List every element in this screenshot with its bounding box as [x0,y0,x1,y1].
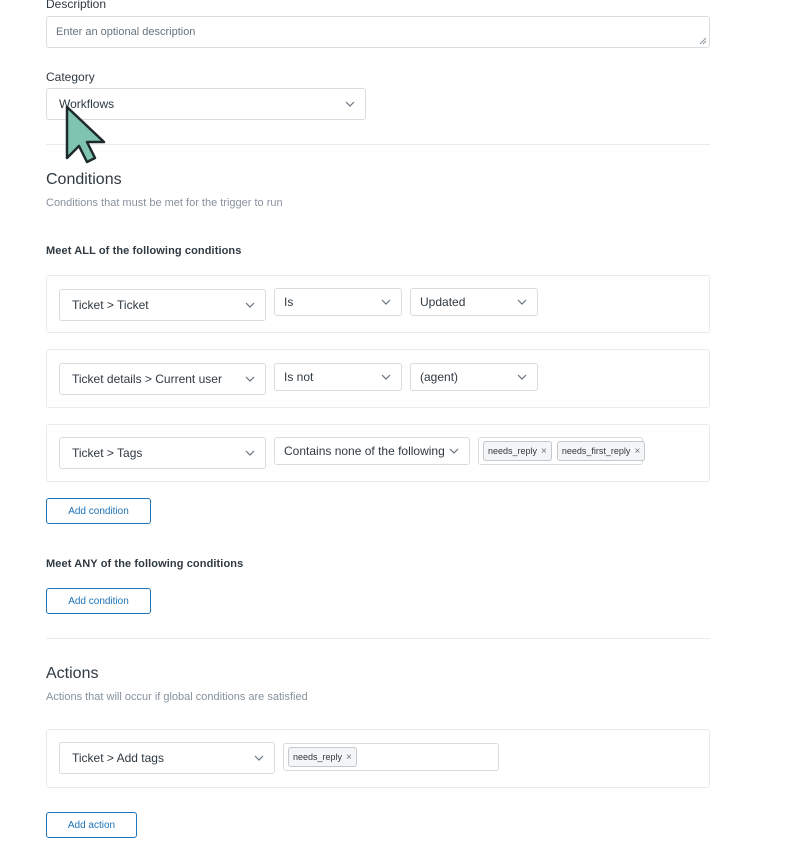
condition-value: Updated [420,295,466,309]
condition-tags-input[interactable]: needs_reply × needs_first_reply × [478,437,646,465]
resize-handle-icon[interactable] [699,37,707,45]
meet-all-label: Meet ALL of the following conditions [46,245,242,257]
section-divider [46,638,710,639]
description-label: Description [46,0,107,11]
tag-label: needs_reply [293,752,343,762]
tag-chip: needs_first_reply × [556,441,646,461]
remove-tag-icon[interactable]: × [346,752,352,763]
actions-title: Actions [46,665,99,682]
tag-label: needs_first_reply [561,446,631,456]
condition-operator-select[interactable]: Contains none of the following [274,437,470,465]
action-tags-input[interactable]: needs_reply × [283,743,499,771]
mouse-cursor-icon [65,105,106,164]
chevron-down-icon [515,370,529,384]
description-field[interactable]: Enter an optional description [46,16,710,48]
add-action-button[interactable]: Add action [46,812,137,838]
meet-any-label: Meet ANY of the following conditions [46,558,244,570]
add-any-condition-button[interactable]: Add condition [46,588,151,614]
add-condition-button[interactable]: Add condition [46,498,151,524]
chevron-down-icon [243,298,257,312]
remove-tag-icon[interactable]: × [541,446,547,457]
condition-operator-value: Is not [284,370,314,384]
condition-operator-select[interactable]: Is [274,288,402,316]
chevron-down-icon [243,446,257,460]
condition-field-value: Ticket details > Current user [72,372,222,386]
condition-operator-value: Is [284,295,294,309]
conditions-title: Conditions [46,171,122,188]
condition-value-select[interactable]: Updated [410,288,538,316]
chevron-down-icon [243,372,257,386]
condition-field-value: Ticket > Tags [72,446,143,460]
tag-label: needs_reply [488,446,538,456]
condition-field-value: Ticket > Ticket [72,298,149,312]
chevron-down-icon [252,751,266,765]
chevron-down-icon [379,370,393,384]
chevron-down-icon [515,295,529,309]
condition-operator-value: Contains none of the following [284,444,445,458]
actions-subtitle: Actions that will occur if global condit… [46,691,308,703]
remove-tag-icon[interactable]: × [634,446,640,457]
category-label: Category [46,70,95,84]
condition-field-select[interactable]: Ticket > Tags [59,437,266,469]
action-field-value: Ticket > Add tags [72,751,164,765]
chevron-down-icon [379,295,393,309]
action-field-select[interactable]: Ticket > Add tags [59,742,275,774]
condition-operator-select[interactable]: Is not [274,363,402,391]
tag-chip: needs_reply × [483,441,552,461]
condition-value-select[interactable]: (agent) [410,363,538,391]
chevron-down-icon [447,444,461,458]
section-divider [46,144,710,145]
description-placeholder: Enter an optional description [56,26,196,38]
condition-field-select[interactable]: Ticket > Ticket [59,289,266,321]
conditions-subtitle: Conditions that must be met for the trig… [46,197,283,209]
tag-chip: needs_reply × [288,747,357,767]
condition-value: (agent) [420,370,459,384]
chevron-down-icon [343,97,357,111]
condition-field-select[interactable]: Ticket details > Current user [59,363,266,395]
